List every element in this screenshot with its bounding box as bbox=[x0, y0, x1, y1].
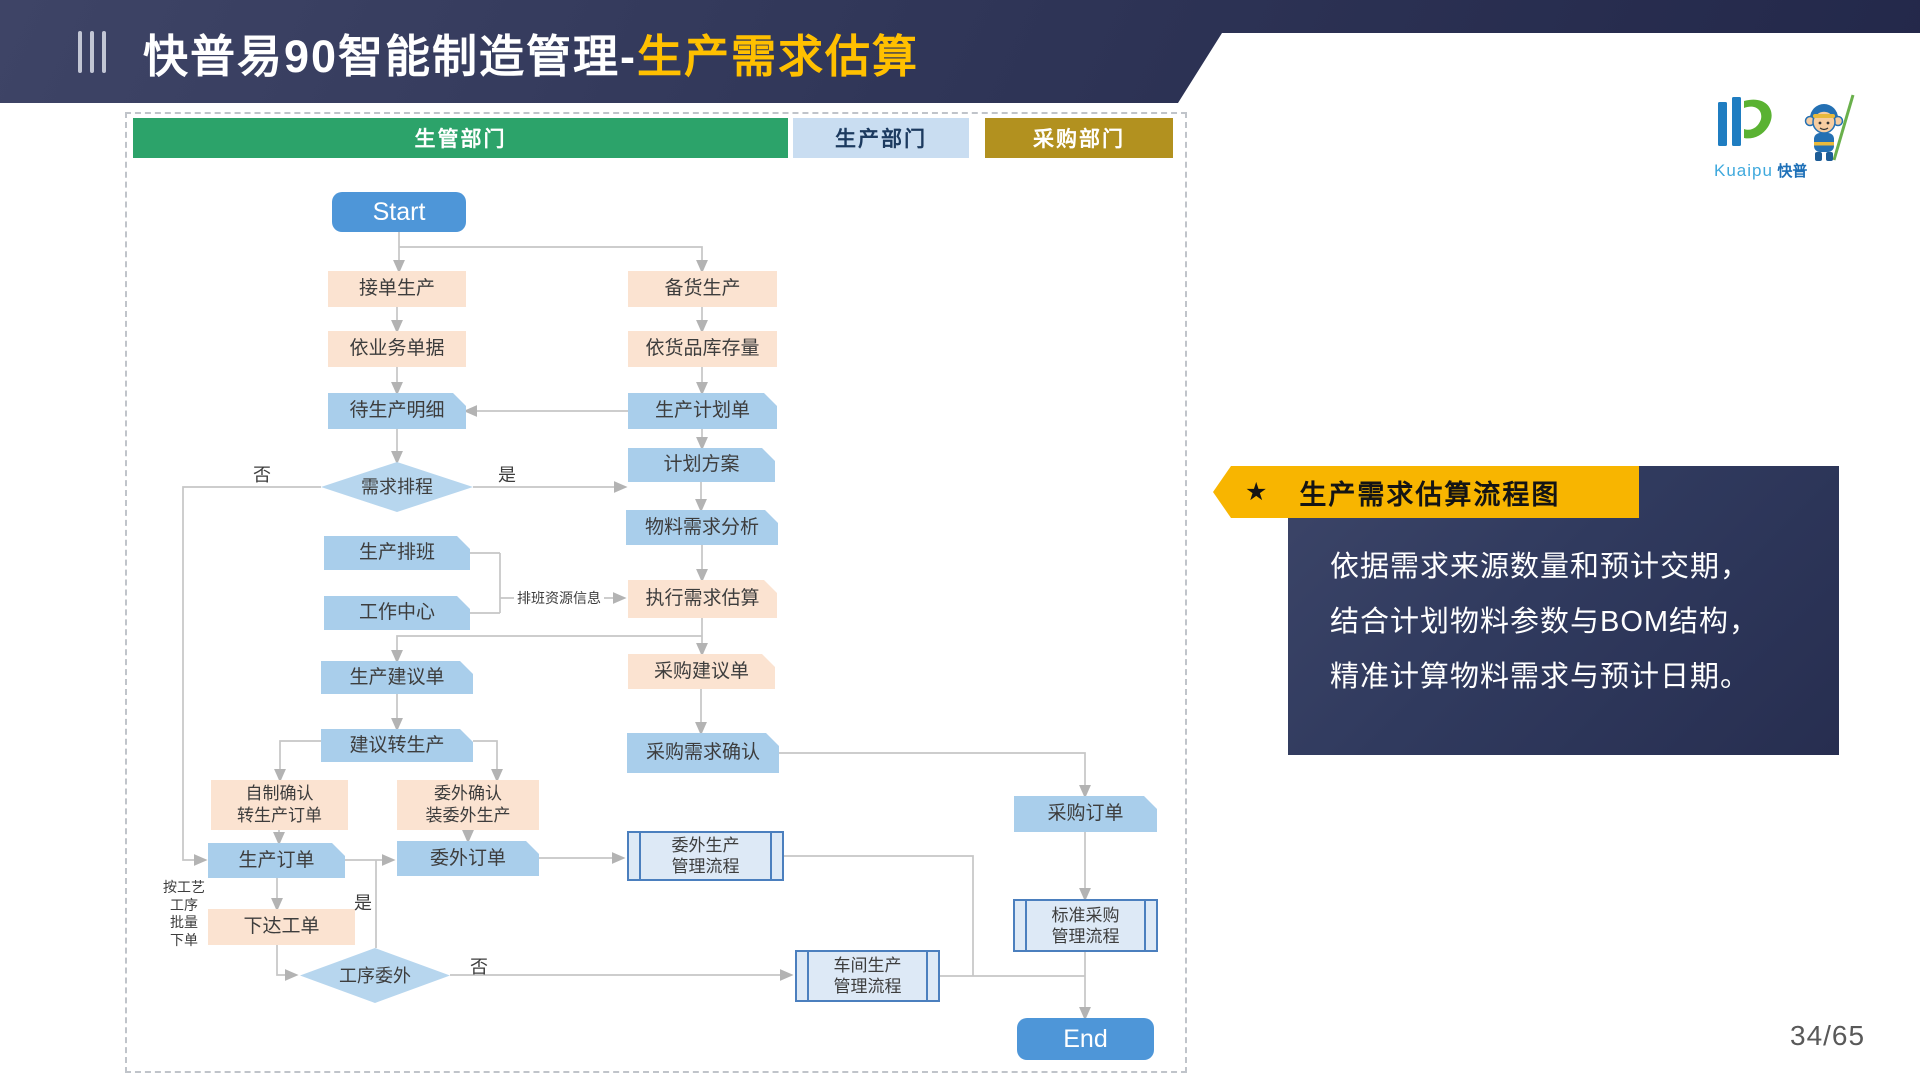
flow-node-xiada-gongdan: 下达工单 bbox=[208, 909, 355, 945]
flow-node-zizhi-queren: 自制确认转生产订单 bbox=[211, 780, 348, 830]
flow-node-shengchan-jianyidan: 生产建议单 bbox=[321, 661, 473, 694]
callout-line-2: 结合计划物料参数与BOM结构， bbox=[1330, 595, 1809, 650]
flow-node-end: End bbox=[1017, 1018, 1154, 1060]
flow-node-jiedan-shengchan: 接单生产 bbox=[328, 271, 466, 307]
edge-label-no-demand-scheduling: 否 bbox=[253, 465, 271, 485]
flow-node-start: Start bbox=[332, 192, 466, 232]
edge-label-yes-demand-scheduling: 是 bbox=[498, 465, 516, 485]
flow-node-weiwai-queren: 委外确认装委外生产 bbox=[397, 780, 539, 830]
flow-node-weiwai-dingdan: 委外订单 bbox=[397, 841, 539, 876]
flow-node-caigou-xuqiu-queren: 采购需求确认 bbox=[627, 733, 779, 773]
star-icon: ★ bbox=[1245, 477, 1267, 507]
flow-node-jihua-fangan: 计划方案 bbox=[628, 448, 775, 482]
edge-label-no-process-outsourcing: 否 bbox=[470, 957, 488, 977]
flow-node-shengchan-paiban: 生产排班 bbox=[324, 536, 470, 570]
flow-node-chejian-shengchan-liucheng: 车间生产管理流程 bbox=[795, 950, 940, 1002]
flow-node-wuliao-xuqiu-fenxi: 物料需求分析 bbox=[626, 510, 778, 545]
flow-node-beihuo-shengchan: 备货生产 bbox=[628, 271, 777, 307]
kuaipu-logo: Kuaipu 快普 bbox=[1714, 94, 1890, 178]
page-number: 34/65 bbox=[1790, 1020, 1865, 1052]
flow-node-weiwai-shengchan-liucheng: 委外生产管理流程 bbox=[627, 831, 784, 881]
flow-node-shengchan-jihuadan: 生产计划单 bbox=[628, 393, 777, 429]
logo-brand-cn: 快普 bbox=[1777, 163, 1807, 180]
flow-node-yi-yewu-danju: 依业务单据 bbox=[328, 331, 466, 367]
callout-title-banner: ★ 生产需求估算流程图 bbox=[1213, 466, 1639, 518]
callout-line-1: 依据需求来源数量和预计交期， bbox=[1330, 540, 1809, 595]
flow-node-caigou-jianyidan: 采购建议单 bbox=[628, 654, 775, 689]
flow-note-release-by-process: 按工艺工序批量下单 bbox=[158, 879, 210, 949]
flow-node-caigou-dingdan: 采购订单 bbox=[1014, 796, 1157, 832]
edge-label-scheduling-resource-info: 排班资源信息 bbox=[514, 589, 604, 607]
page-title-accent: 生产需求估算 bbox=[637, 31, 919, 82]
flow-node-shengchan-dingdan: 生产订单 bbox=[208, 843, 345, 878]
flow-node-jianyi-zhuan-shengchan: 建议转生产 bbox=[321, 729, 473, 762]
flow-node-zhixing-xuqiu-gusuan: 执行需求估算 bbox=[628, 580, 777, 618]
swimlane-purchasing: 采购部门 bbox=[985, 118, 1173, 158]
title-decoration-bars-icon bbox=[78, 31, 106, 73]
page-title-main: 快普易90智能制造管理- bbox=[143, 31, 637, 82]
page-title: 快普易90智能制造管理-生产需求估算 bbox=[143, 20, 919, 85]
slide-canvas: 快普易90智能制造管理-生产需求估算 生管部门 生产部门 采购部门 Start 接… bbox=[0, 0, 1920, 1080]
flow-node-biaozhun-caigou-liucheng: 标准采购管理流程 bbox=[1013, 899, 1158, 952]
flow-node-yi-huopin-kucun: 依货品库存量 bbox=[628, 331, 777, 367]
swimlane-production: 生产部门 bbox=[793, 118, 969, 158]
callout-line-3: 精准计算物料需求与预计日期。 bbox=[1330, 650, 1809, 705]
swimlane-production-control: 生管部门 bbox=[133, 118, 788, 158]
edge-label-yes-process-outsourcing: 是 bbox=[354, 893, 372, 913]
callout-title: 生产需求估算流程图 bbox=[1299, 473, 1560, 512]
flow-node-gongzuo-zhongxin: 工作中心 bbox=[324, 596, 470, 630]
logo-brand-en: Kuaipu bbox=[1714, 161, 1773, 180]
flow-node-dai-shengchan-mingxi: 待生产明细 bbox=[328, 393, 466, 429]
